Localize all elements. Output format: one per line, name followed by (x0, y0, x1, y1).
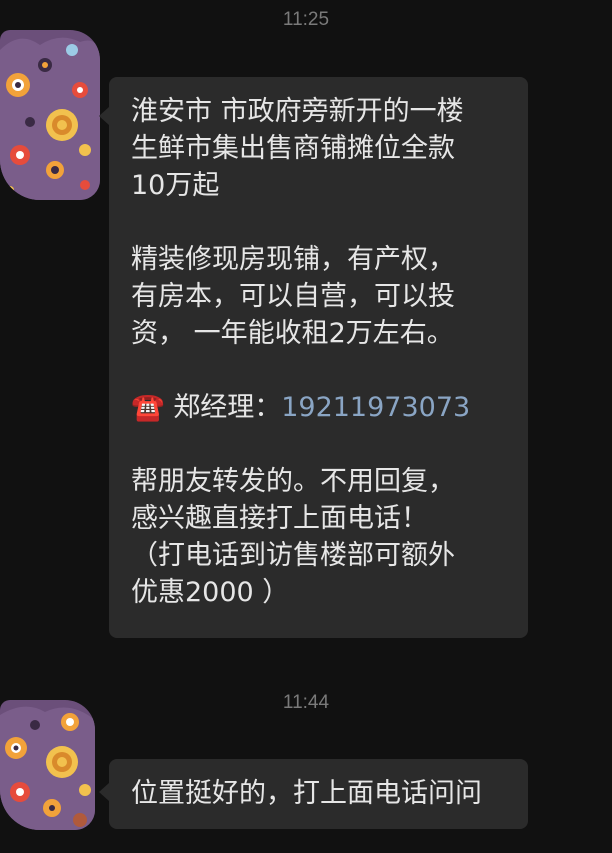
contact-line: ☎️ 郑经理：19211973073 (131, 389, 508, 426)
avatar-pattern-icon (0, 700, 95, 830)
message-timestamp: 11:44 (282, 692, 330, 713)
message-text-line: 帮朋友转发的。不用回复， (131, 466, 455, 497)
telephone-icon: ☎️ (131, 392, 165, 423)
message-text-line: 资， 一年能收租2万左右。 (131, 318, 454, 349)
message-bubble[interactable]: 淮安市 市政府旁新开的一楼 生鲜市集出售商铺摊位全款 10万起 精装修现房现铺，… (99, 77, 528, 638)
message-bubble[interactable]: 位置挺好的，打上面电话问问 (99, 759, 528, 829)
message-text-line: 优惠2000 ） (131, 577, 290, 608)
message-text-line: 10万起 (131, 170, 220, 201)
sender-avatar[interactable] (0, 700, 95, 830)
message-text-line: 淮安市 市政府旁新开的一楼 (131, 96, 464, 127)
message-text-line: 精装修现房现铺，有产权， (131, 244, 455, 275)
message-text-line: （打电话到访售楼部可额外 (131, 540, 455, 571)
avatar-pattern-icon (0, 30, 100, 200)
chat-screen: 11:25 淮安市 市政府旁新开的一楼 生鲜市集出售商铺摊位全款 10万起 精装… (0, 0, 612, 853)
sender-avatar[interactable] (0, 30, 100, 200)
message-text-line: 生鲜市集出售商铺摊位全款 (131, 133, 455, 164)
phone-number-link[interactable]: 19211973073 (281, 392, 470, 423)
message-text-line: 位置挺好的，打上面电话问问 (131, 778, 482, 809)
contact-name: 郑经理： (164, 392, 282, 423)
message-timestamp: 11:25 (282, 9, 330, 30)
message-text-line: 有房本，可以自营，可以投 (131, 281, 455, 312)
message-text-line: 感兴趣直接打上面电话！ (131, 503, 428, 534)
